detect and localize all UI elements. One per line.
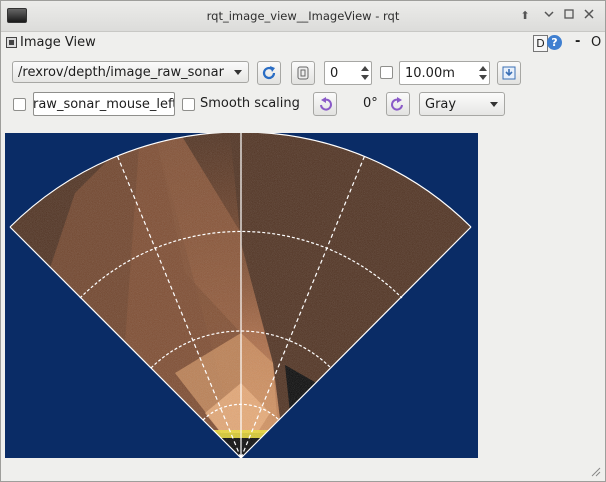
refresh-button[interactable] — [257, 61, 281, 85]
help-icon[interactable]: ? — [547, 35, 562, 50]
dock-title: Image View — [20, 35, 96, 50]
dock-debug-button[interactable]: D — [533, 35, 548, 52]
app-window: rqt_image_view__ImageView - rqt ⬆ Image … — [0, 0, 606, 482]
rotation-value: 0° — [363, 96, 378, 111]
spin-up-icon[interactable] — [479, 66, 487, 71]
spin-down-icon[interactable] — [361, 75, 369, 80]
sonar-image — [9, 133, 472, 458]
title-bar[interactable]: rqt_image_view__ImageView - rqt ⬆ — [1, 1, 605, 32]
publish-click-checkbox[interactable] — [13, 98, 26, 111]
smooth-scaling-label: Smooth scaling — [200, 96, 300, 111]
range-checkbox[interactable] — [380, 66, 393, 79]
rotate-right-button[interactable] — [386, 92, 410, 116]
refresh-icon — [262, 66, 276, 80]
save-button[interactable] — [497, 61, 521, 85]
dock-header: Image View D ? - O — [1, 32, 605, 54]
max-range-spinbox[interactable]: 10.00m — [399, 61, 490, 85]
colormap-select[interactable]: Gray — [419, 92, 505, 116]
keep-above-button[interactable]: ⬆ — [517, 8, 533, 24]
resize-grip-icon[interactable] — [591, 467, 601, 477]
spin-up-icon[interactable] — [361, 66, 369, 71]
publish-topic-value: raw_sonar_mouse_left — [33, 97, 175, 112]
topic-select-value: /rexrov/depth/image_raw_sonar — [18, 65, 224, 80]
dock-float-icon[interactable] — [6, 37, 17, 48]
save-icon — [502, 66, 516, 80]
dock-close-button[interactable]: O — [591, 35, 601, 50]
zoom-spinbox[interactable]: 0 — [324, 61, 372, 85]
chevron-down-icon — [490, 102, 498, 107]
topic-select[interactable]: /rexrov/depth/image_raw_sonar — [12, 61, 249, 83]
rotate-left-button[interactable] — [313, 92, 337, 116]
rotate-right-icon — [391, 97, 403, 111]
minimize-button[interactable] — [541, 8, 557, 24]
window-title: rqt_image_view__ImageView - rqt — [206, 9, 400, 23]
smooth-scaling-checkbox[interactable] — [182, 98, 195, 111]
chevron-down-icon — [234, 70, 242, 75]
max-range-value: 10.00m — [405, 66, 455, 81]
publish-topic-field[interactable]: raw_sonar_mouse_left — [33, 92, 175, 116]
maximize-button[interactable] — [561, 8, 577, 24]
colormap-value: Gray — [425, 97, 457, 112]
zoom-fit-button[interactable] — [291, 61, 315, 85]
rotate-left-icon — [320, 97, 332, 111]
zoom-value: 0 — [330, 66, 339, 81]
zoom-fit-icon — [297, 66, 309, 80]
close-button[interactable] — [581, 8, 597, 24]
image-display[interactable] — [5, 133, 478, 458]
dock-minimize-button[interactable]: - — [575, 34, 580, 49]
spin-down-icon[interactable] — [479, 75, 487, 80]
